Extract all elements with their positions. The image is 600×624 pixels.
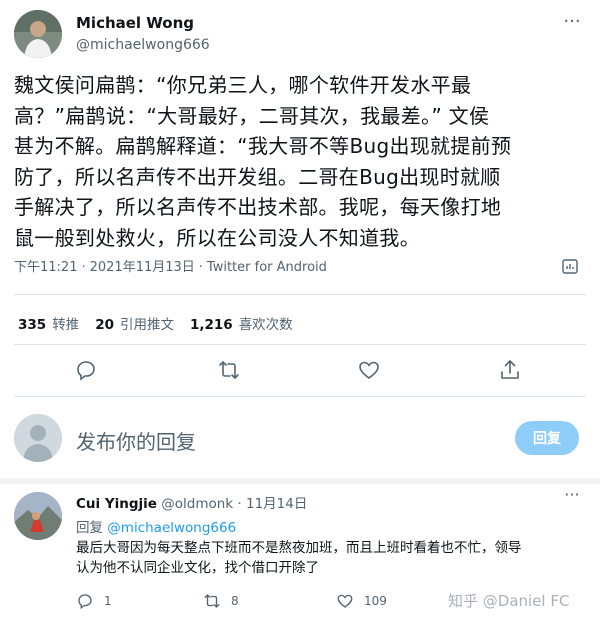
divider [14, 294, 586, 295]
retweets-stat[interactable]: 335 转推 [18, 313, 79, 333]
tweet-text-line: 防了，所以名声传不出开发组。二哥在Bug出现时就顺 [14, 164, 501, 189]
comment-text-line: 最后大哥因为每天整点下班而不是熬夜加班，而且上班时看着也不忙，领导 [76, 540, 522, 556]
tweet-text-line: 手解决了，所以名声传不出技术部。我呢，每天像打地 [14, 195, 502, 219]
commenter-avatar[interactable] [14, 492, 62, 540]
tweet-text-line: 高？”扁鹊说：“大哥最好，二哥其次，我最差。” 文侯 [14, 103, 490, 128]
replying-label: 回复 [76, 520, 103, 536]
meta-separator: · [198, 260, 203, 275]
tweet-text: 魏文侯问扁鹊：“你兄弟三人，哪个软件开发水平最 高？”扁鹊说：“大哥最好，二哥其… [14, 70, 574, 253]
tweet-client[interactable]: Twitter for Android [207, 260, 327, 275]
retweet-icon [204, 594, 220, 608]
replying-to: 回复 @michaelwong666 [76, 516, 236, 536]
quotes-count: 20 [95, 317, 114, 333]
author-handle[interactable]: @michaelwong666 [76, 37, 210, 53]
tweet-meta: 下午11:21 · 2021年11月13日 · Twitter for Android [14, 256, 327, 275]
comment-separator: · [237, 496, 242, 512]
quotes-stat[interactable]: 20 引用推文 [95, 313, 174, 333]
divider [14, 344, 586, 345]
retweet-icon[interactable] [217, 358, 241, 382]
like-icon[interactable] [357, 358, 381, 382]
section-divider [0, 478, 600, 484]
likes-stat[interactable]: 1,216 喜欢次数 [190, 313, 293, 333]
tweet-text-line: 魏文侯问扁鹊：“你兄弟三人，哪个软件开发水平最 [14, 73, 472, 97]
retweets-count: 335 [18, 317, 47, 333]
comment-text: 最后大哥因为每天整点下班而不是熬夜加班，而且上班时看着也不忙，领导 认为他不认同… [76, 538, 576, 578]
author-name[interactable]: Michael Wong [76, 14, 194, 32]
reply-icon [78, 594, 92, 610]
more-horizontal-icon[interactable]: ··· [560, 487, 584, 508]
tweet-text-line: 鼠一般到处救火，所以在公司没人不知道我。 [14, 225, 420, 250]
reply-button[interactable]: 回复 [515, 421, 579, 455]
author-avatar[interactable] [14, 10, 62, 58]
comment-retweet-action[interactable]: 8 [203, 592, 239, 610]
divider [14, 396, 586, 397]
likes-label: 喜欢次数 [238, 317, 293, 333]
quotes-label: 引用推文 [119, 317, 174, 333]
comment-text-line: 认为他不认同企业文化，找个借口开除了 [76, 560, 319, 576]
like-icon [337, 594, 353, 608]
tweet-text-line: 甚为不解。扁鹊解释道：“我大哥不等Bug出现就提前预 [14, 134, 512, 158]
composer-avatar [14, 414, 62, 462]
more-horizontal-icon[interactable]: ··· [560, 13, 584, 36]
commenter-handle[interactable]: @oldmonk [161, 496, 233, 512]
commenter-name[interactable]: Cui Yingjie [76, 496, 157, 512]
comment-retweet-count: 8 [231, 594, 239, 608]
comment-reply-count: 1 [104, 594, 112, 608]
reply-input[interactable]: 发布你的回复 [76, 426, 476, 455]
tweet-stats: 335 转推 20 引用推文 1,216 喜欢次数 [18, 313, 293, 333]
comment-like-count: 109 [364, 594, 387, 608]
likes-count: 1,216 [189, 317, 233, 333]
replying-mention[interactable]: @michaelwong666 [107, 520, 236, 536]
tweet-date[interactable]: 2021年11月13日 [90, 260, 195, 275]
comment-like-action[interactable]: 109 [336, 592, 387, 610]
comment-header: Cui Yingjie @oldmonk · 11月14日 [76, 492, 307, 512]
share-icon[interactable] [498, 358, 522, 382]
reply-icon[interactable] [74, 358, 98, 382]
watermark: 知乎 @Daniel FC [448, 592, 570, 610]
analytics-icon[interactable] [560, 256, 580, 276]
comment-reply-action[interactable]: 1 [76, 592, 112, 610]
tweet-time[interactable]: 下午11:21 [14, 260, 77, 275]
comment-date[interactable]: 11月14日 [246, 496, 307, 512]
meta-separator: · [81, 260, 86, 275]
retweets-label: 转推 [52, 317, 80, 333]
